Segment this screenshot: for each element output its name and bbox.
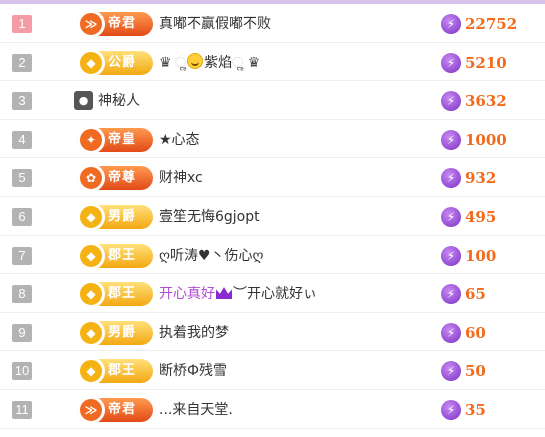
ranking-row[interactable]: 2 ◆ 公爵 ♛ ૢ紫焰ૢ ♛ ⚡ 5210 xyxy=(0,43,545,82)
score-value: 495 xyxy=(465,207,497,226)
badge-label: 公爵 xyxy=(108,54,137,70)
title-badge: ✦ 帝皇 xyxy=(77,125,153,154)
score-value: 60 xyxy=(465,323,486,342)
badge-label: 男爵 xyxy=(108,208,137,224)
rank-number: 5 xyxy=(12,169,32,188)
rank-emblem-icon: ◆ xyxy=(77,280,105,309)
username[interactable]: ♛ ૢ紫焰ૢ ♛ xyxy=(159,52,261,73)
ranking-row[interactable]: 9 ◆ 男爵 执着我的梦 ⚡ 60 xyxy=(0,313,545,352)
title-badge: ◆ 郡王 xyxy=(77,280,153,309)
title-badge: ✿ 帝尊 xyxy=(77,164,153,193)
rank-number: 4 xyxy=(12,130,32,149)
title-badge: ≫ 帝君 xyxy=(77,10,153,38)
badge-label: 帝尊 xyxy=(108,170,137,186)
lightning-icon: ⚡ xyxy=(441,168,461,189)
ranking-row[interactable]: 3 ● 神秘人 ⚡ 3632 xyxy=(0,81,545,120)
badge-label: 男爵 xyxy=(108,324,137,340)
score-value: 65 xyxy=(465,285,486,304)
username[interactable]: ...来自天堂. xyxy=(159,400,233,420)
lightning-icon: ⚡ xyxy=(441,206,461,227)
rank-number: 3 xyxy=(12,92,32,111)
name-decoration: ︶ xyxy=(233,286,247,303)
rank-number: 9 xyxy=(12,323,32,342)
username[interactable]: 财神xc xyxy=(159,168,203,188)
ranking-row[interactable]: 4 ✦ 帝皇 ★心态 ⚡ 1000 xyxy=(0,120,545,159)
ranking-row[interactable]: 1 ≫ 帝君 真嘟不赢假嘟不败 ⚡ 22752 xyxy=(0,4,545,43)
lightning-icon: ⚡ xyxy=(441,361,461,382)
title-badge: ◆ 男爵 xyxy=(77,202,153,231)
mystery-person-icon: ● xyxy=(74,91,93,111)
ranking-row[interactable]: 10 ◆ 郡王 断桥Ф残雪 ⚡ 50 xyxy=(0,351,545,390)
rank-emblem-icon: ✿ xyxy=(77,164,105,193)
rank-emblem-icon: ◆ xyxy=(77,202,105,231)
rank-number: 7 xyxy=(12,246,32,265)
title-badge: ◆ 男爵 xyxy=(77,318,153,347)
lightning-icon: ⚡ xyxy=(441,52,461,73)
lightning-icon: ⚡ xyxy=(441,322,461,343)
rank-emblem-icon: ≫ xyxy=(77,395,105,424)
badge-label: 帝君 xyxy=(108,401,137,417)
score-value: 1000 xyxy=(465,130,507,149)
name-decoration: ૢ ♛ xyxy=(232,54,261,71)
rank-emblem-icon: ◆ xyxy=(77,318,105,347)
vip-name-text: 开心真好 xyxy=(159,286,215,303)
username[interactable]: 神秘人 xyxy=(98,91,140,111)
name-decoration: ♛ xyxy=(159,54,187,71)
rank-emblem-icon: ◆ xyxy=(77,357,105,386)
rank-emblem-icon: ◆ xyxy=(77,241,105,270)
username[interactable]: ★心态 xyxy=(159,130,200,150)
title-badge: ◆ 公爵 xyxy=(77,48,153,77)
lightning-icon: ⚡ xyxy=(441,91,461,112)
lightning-icon: ⚡ xyxy=(441,14,461,34)
rank-emblem-icon: ✦ xyxy=(77,125,105,154)
username[interactable]: 壹笙无悔6gjopt xyxy=(159,207,260,227)
ranking-row[interactable]: 7 ◆ 郡王 ღ听涛♥丶伤心ღ ⚡ 100 xyxy=(0,236,545,275)
score-value: 5210 xyxy=(465,53,507,72)
badge-label: 帝君 xyxy=(108,16,137,31)
username[interactable]: 执着我的梦 xyxy=(159,323,229,343)
ranking-row[interactable]: 8 ◆ 郡王 开心真好 ︶开心就好ぃ ⚡ 65 xyxy=(0,274,545,313)
score-value: 22752 xyxy=(465,15,518,33)
badge-label: 郡王 xyxy=(108,286,137,302)
rank-number: 8 xyxy=(12,285,32,304)
lightning-icon: ⚡ xyxy=(441,284,461,305)
score-value: 3632 xyxy=(465,92,507,111)
rank-emblem-icon: ◆ xyxy=(77,48,105,77)
rank-emblem-icon: ≫ xyxy=(77,10,105,38)
ranking-row[interactable]: 5 ✿ 帝尊 财神xc ⚡ 932 xyxy=(0,158,545,197)
rank-number: 10 xyxy=(12,362,32,381)
title-badge: ◆ 郡王 xyxy=(77,241,153,270)
smile-emoji-icon xyxy=(187,52,204,69)
title-badge: ≫ 帝君 xyxy=(77,395,153,424)
rank-number: 11 xyxy=(12,400,32,419)
title-badge: ◆ 郡王 xyxy=(77,357,153,386)
lightning-icon: ⚡ xyxy=(441,129,461,150)
badge-label: 郡王 xyxy=(108,363,137,379)
lightning-icon: ⚡ xyxy=(441,399,461,420)
badge-label: 帝皇 xyxy=(108,131,137,147)
username-text: 开心就好ぃ xyxy=(247,286,317,303)
lightning-icon: ⚡ xyxy=(441,245,461,266)
username[interactable]: ღ听涛♥丶伤心ღ xyxy=(159,246,264,266)
ranking-list: 1 ≫ 帝君 真嘟不赢假嘟不败 ⚡ 22752 2 ◆ 公爵 ♛ ૢ紫焰ૢ ♛ … xyxy=(0,4,545,429)
score-value: 100 xyxy=(465,246,497,265)
crown-icon xyxy=(216,287,232,300)
rank-number: 2 xyxy=(12,53,32,72)
score-value: 50 xyxy=(465,362,486,381)
score-value: 35 xyxy=(465,400,486,419)
badge-label: 郡王 xyxy=(108,247,137,263)
username[interactable]: 真嘟不赢假嘟不败 xyxy=(159,14,271,34)
username[interactable]: 开心真好 ︶开心就好ぃ xyxy=(159,284,317,304)
username-text: 紫焰 xyxy=(204,54,233,71)
username[interactable]: 断桥Ф残雪 xyxy=(159,361,227,381)
rank-number: 1 xyxy=(12,15,32,33)
ranking-row[interactable]: 11 ≫ 帝君 ...来自天堂. ⚡ 35 xyxy=(0,390,545,429)
rank-number: 6 xyxy=(12,207,32,226)
score-value: 932 xyxy=(465,169,497,188)
ranking-row[interactable]: 6 ◆ 男爵 壹笙无悔6gjopt ⚡ 495 xyxy=(0,197,545,236)
